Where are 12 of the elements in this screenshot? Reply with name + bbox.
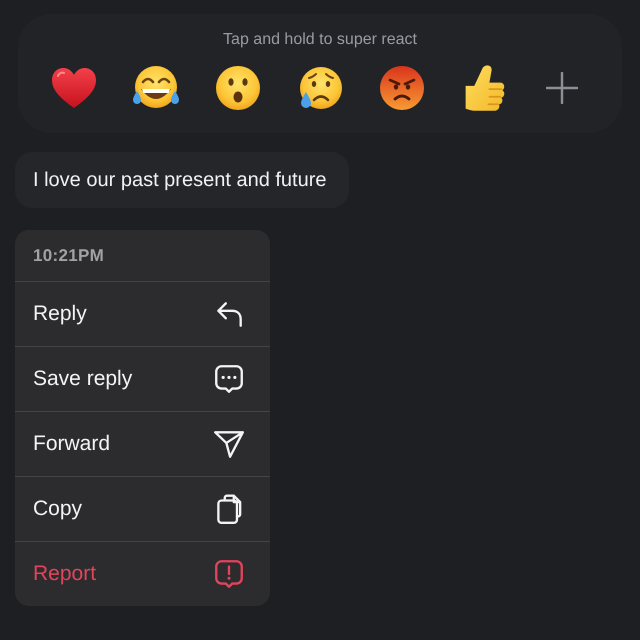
hint-text: Tap and hold to super react bbox=[223, 30, 417, 50]
exclamation-bubble-icon bbox=[212, 557, 246, 591]
surprised-face-icon[interactable] bbox=[213, 63, 263, 113]
angry-face-icon[interactable] bbox=[377, 63, 427, 113]
timestamp: 10:21PM bbox=[33, 246, 104, 266]
menu-item[interactable]: Forward bbox=[15, 411, 270, 476]
speech-bubble-icon bbox=[212, 362, 246, 396]
plus-icon[interactable] bbox=[546, 72, 578, 104]
menu-item[interactable]: Save reply bbox=[15, 346, 270, 411]
menu-item[interactable]: Reply bbox=[15, 281, 270, 346]
message-bubble: I love our past present and future bbox=[15, 152, 349, 208]
menu-item[interactable]: Copy bbox=[15, 476, 270, 541]
